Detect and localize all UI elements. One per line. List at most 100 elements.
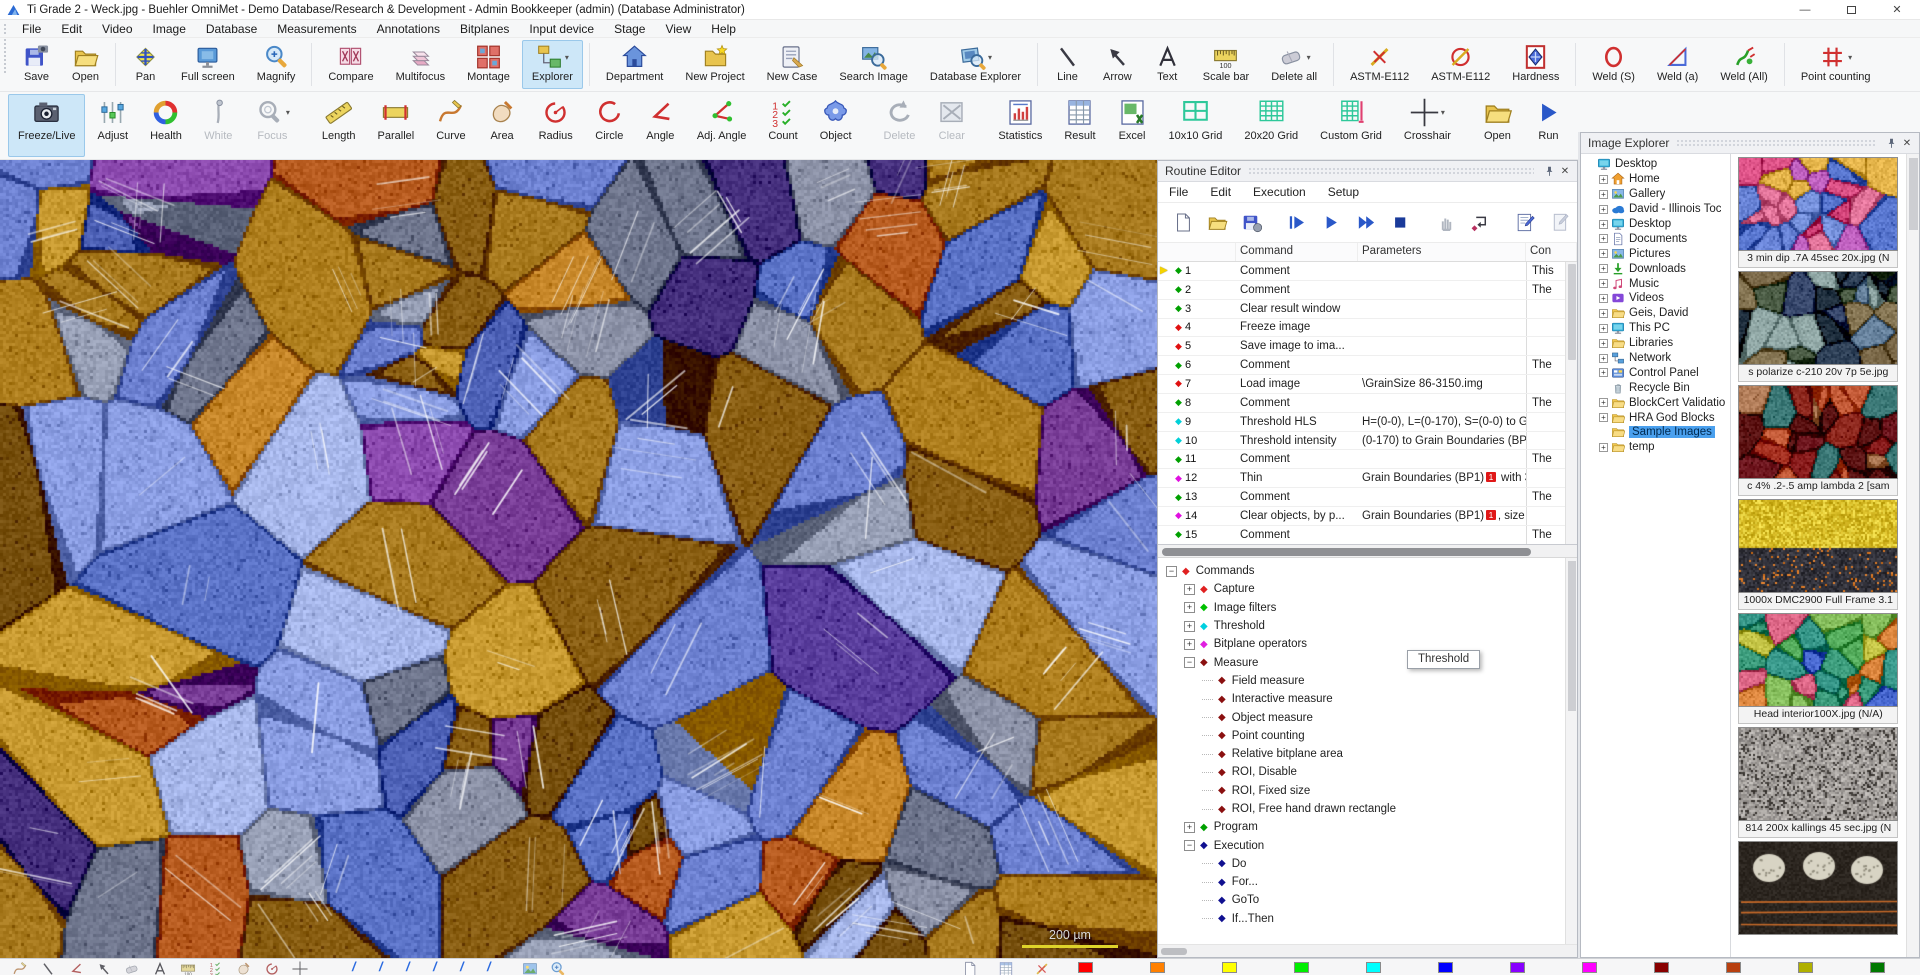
menu-annotations[interactable]: Annotations [367, 20, 450, 37]
object-button[interactable]: Object [810, 94, 862, 157]
routine-menu-file[interactable]: File [1158, 185, 1199, 199]
command-tree-item[interactable]: ◆Do [1158, 855, 1577, 873]
chevron-down-icon[interactable]: ▾ [1307, 53, 1311, 62]
routine-step-row[interactable]: ◆5Save image to ima... [1158, 337, 1565, 356]
expander-minus-icon[interactable]: − [1184, 657, 1195, 668]
expander-plus-icon[interactable]: + [1599, 443, 1608, 452]
bottom-tool-curve-icon[interactable] [12, 961, 28, 975]
expander-plus-icon[interactable]: + [1184, 639, 1195, 650]
command-tree-item[interactable]: −◆Execution [1158, 836, 1577, 854]
magnify-button[interactable]: Magnify [247, 40, 306, 89]
bottom-tool-crosshair-icon[interactable] [292, 961, 308, 975]
thumbnail-item[interactable]: 3 min dip .7A 45sec 20x.jpg (N [1738, 157, 1898, 268]
weld-s-button[interactable]: Weld (S) [1582, 40, 1645, 89]
bottom-tool-eraser-icon[interactable] [124, 961, 140, 975]
expander-minus-icon[interactable]: − [1184, 840, 1195, 851]
crosshair-button[interactable]: ▾Crosshair [1394, 94, 1461, 157]
expander-plus-icon[interactable]: + [1184, 621, 1195, 632]
maximize-button[interactable] [1828, 0, 1874, 19]
pin-icon[interactable] [1541, 163, 1557, 179]
routine-editor-titlebar[interactable]: Routine Editor ✕ [1158, 161, 1577, 182]
command-tree-item[interactable]: ◆Object measure [1158, 708, 1577, 726]
command-tree-item[interactable]: +◆Threshold [1158, 617, 1577, 635]
color-swatch[interactable] [1870, 962, 1885, 973]
folder-tree-item[interactable]: +Network [1583, 351, 1730, 366]
commands-tree-vscrollbar[interactable] [1565, 558, 1577, 944]
freeze-live-button[interactable]: Freeze/Live [8, 94, 85, 157]
save-button[interactable]: Save [13, 40, 60, 89]
column-header-marker[interactable] [1158, 243, 1236, 261]
routine-tool-rstop[interactable] [1390, 212, 1410, 233]
color-swatch[interactable] [1366, 962, 1381, 973]
routine-menu-setup[interactable]: Setup [1317, 185, 1370, 199]
folder-tree-item[interactable]: +Videos [1583, 291, 1730, 306]
color-swatch[interactable] [1798, 962, 1813, 973]
menu-video[interactable]: Video [92, 20, 142, 37]
expander-plus-icon[interactable]: + [1599, 175, 1608, 184]
menu-edit[interactable]: Edit [51, 20, 92, 37]
thumbnail-image[interactable] [1738, 727, 1898, 821]
column-header-parameters[interactable]: Parameters [1358, 243, 1526, 261]
routine-step-row[interactable]: ◆7Load image\GrainSize 86-3150.img [1158, 375, 1565, 394]
command-tree-item[interactable]: ◆ROI, Free hand drawn rectangle [1158, 800, 1577, 818]
close-icon[interactable]: ✕ [1557, 163, 1573, 179]
routine-step-row[interactable]: ◆12ThinGrain Boundaries (BP1)1 with 3x [1158, 469, 1565, 488]
length-button[interactable]: Length [312, 94, 366, 157]
folder-tree-item[interactable]: Recycle Bin [1583, 380, 1730, 395]
annotation-line-icon[interactable]: / [406, 959, 410, 974]
annotation-line-icon[interactable]: / [460, 959, 464, 974]
thumbnail-image[interactable] [1738, 613, 1898, 707]
thumbnail-item[interactable]: 1000x DMC2900 Full Frame 3.1 [1738, 499, 1898, 610]
color-swatch[interactable] [1582, 962, 1597, 973]
annotation-line-icon[interactable]: / [352, 959, 356, 974]
folder-tree-item[interactable]: +Gallery [1583, 187, 1730, 202]
color-swatch[interactable] [1510, 962, 1525, 973]
statistics-button[interactable]: Statistics [988, 94, 1052, 157]
10x10-grid-button[interactable]: 10x10 Grid [1159, 94, 1233, 157]
open-button[interactable]: Open [62, 40, 109, 89]
count-button[interactable]: 123Count [758, 94, 807, 157]
chevron-down-icon[interactable]: ▾ [988, 53, 992, 62]
expander-plus-icon[interactable]: + [1599, 294, 1608, 303]
thumbnail-item[interactable]: s polarize c-210 20v 7p 5e.jpg [1738, 271, 1898, 382]
weld-all-button[interactable]: Weld (All) [1710, 40, 1777, 89]
routine-tool-rffwd[interactable] [1356, 212, 1376, 233]
bottom-tool-count-icon[interactable]: 123 [208, 961, 224, 975]
color-swatch[interactable] [1294, 962, 1309, 973]
menu-stage[interactable]: Stage [604, 20, 655, 37]
routine-step-row[interactable]: ◆8CommentThe [1158, 394, 1565, 413]
routine-tool-rhand[interactable] [1436, 212, 1456, 233]
menu-image[interactable]: Image [143, 20, 196, 37]
picture-icon[interactable] [522, 961, 538, 975]
routine-tool-rstep[interactable] [1287, 212, 1307, 233]
astm-e112-button[interactable]: ASTM-E112 [1421, 40, 1500, 89]
custom-grid-button[interactable]: Custom Grid [1310, 94, 1392, 157]
scrollbar-thumb[interactable] [1162, 548, 1531, 556]
thumbnail-canvas[interactable] [1739, 500, 1897, 592]
magnify-icon[interactable] [550, 961, 566, 975]
command-tree-item[interactable]: +◆Program [1158, 818, 1577, 836]
thumbnail-canvas[interactable] [1739, 272, 1897, 364]
routine-tool-run[interactable] [1321, 212, 1341, 233]
folder-tree-item[interactable]: +Music [1583, 276, 1730, 291]
micrograph-canvas[interactable] [0, 160, 1157, 958]
command-tree-item[interactable]: +◆Bitplane operators [1158, 635, 1577, 653]
thumbnail-canvas[interactable] [1739, 728, 1897, 820]
health-button[interactable]: Health [140, 94, 192, 157]
folder-tree-item[interactable]: +Documents [1583, 231, 1730, 246]
line-button[interactable]: Line [1044, 40, 1091, 89]
explorer-button[interactable]: ▾Explorer [522, 40, 583, 89]
expander-plus-icon[interactable]: + [1184, 602, 1195, 613]
routine-tool-folder-open[interactable] [1207, 212, 1227, 233]
thumbnail-image[interactable] [1738, 271, 1898, 365]
bottom-rnew-icon[interactable] [962, 961, 978, 975]
minimize-button[interactable]: — [1782, 0, 1828, 19]
folder-tree-item[interactable]: +Home [1583, 172, 1730, 187]
expander-plus-icon[interactable]: + [1599, 249, 1608, 258]
montage-button[interactable]: Montage [457, 40, 520, 89]
command-tree-item[interactable]: −◆Measure [1158, 653, 1577, 671]
image-viewer[interactable]: 200 µm [0, 160, 1157, 958]
search-image-button[interactable]: Search Image [829, 40, 917, 89]
thumbnail-image[interactable] [1738, 385, 1898, 479]
folder-tree-item[interactable]: +Geis, David [1583, 306, 1730, 321]
